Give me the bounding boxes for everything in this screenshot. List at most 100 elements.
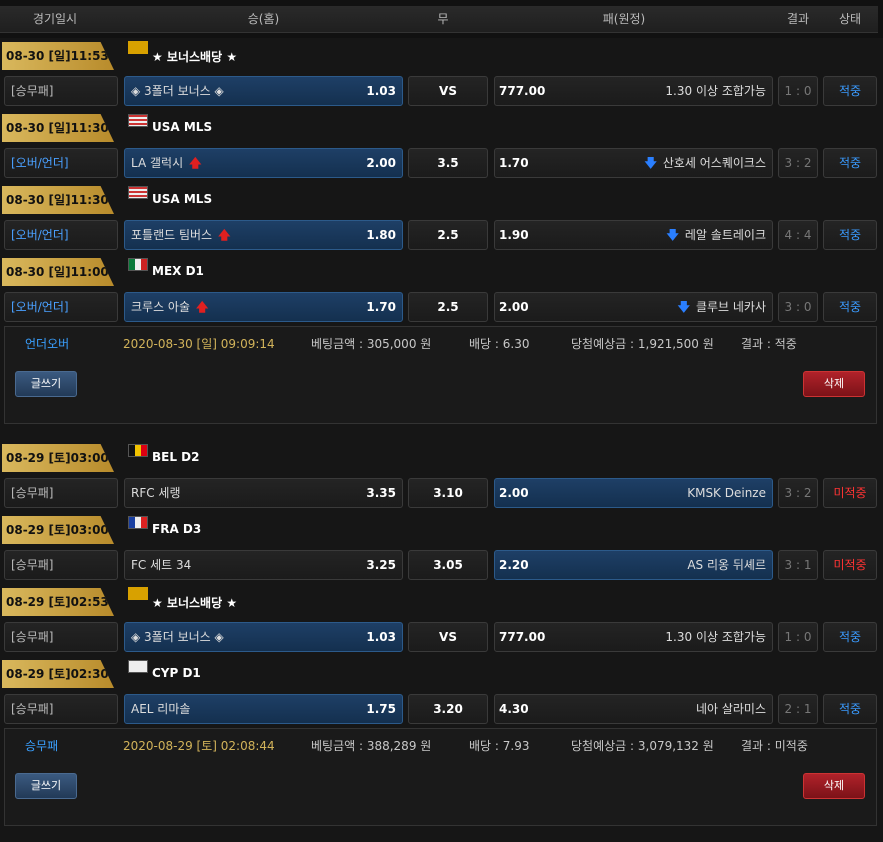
summary-amount: 베팅금액 : 305,000 원 (311, 337, 432, 351)
bet-type: [승무패] (4, 694, 118, 724)
summary-date: 2020-08-30 [일] 09:09:14 (123, 337, 275, 351)
arrow-down-icon: 🡇 (644, 156, 657, 170)
home-team: LA 갤럭시 (131, 156, 184, 170)
match-result: 1 : 0 (778, 622, 818, 652)
away-odds-cell[interactable]: 777.00 1.30 이상 조합가능 (494, 76, 773, 106)
header-result: 결과 (786, 12, 810, 26)
home-odds-cell[interactable]: 크루스 아술 🡅 1.70 (124, 292, 403, 322)
status-badge: 적중 (823, 148, 877, 178)
league-row: 08-29 [토]02:53 ★ 보너스배당 ★ (0, 584, 883, 620)
league-name: CYP D1 (152, 666, 201, 680)
away-odds-cell[interactable]: 4.30 네아 살라미스 (494, 694, 773, 724)
summary-expected: 당첨예상금 : 1,921,500 원 (571, 337, 714, 351)
draw-cell[interactable]: 3.05 (408, 550, 488, 580)
home-odds-cell[interactable]: RFC 세랭 3.35 (124, 478, 403, 508)
write-button[interactable]: 글쓰기 (15, 371, 77, 397)
home-team: ◈ 3폴더 보너스 ◈ (131, 84, 224, 98)
match-result: 4 : 4 (778, 220, 818, 250)
away-team-wrap: KMSK Deinze (687, 479, 766, 507)
league-name: ★ 보너스배당 ★ (152, 596, 238, 610)
match-date: 08-29 [토]02:53 (2, 588, 114, 616)
status-badge: 적중 (823, 622, 877, 652)
match-date: 08-30 [일]11:53 (2, 42, 114, 70)
away-odds-cell[interactable]: 2.00 🡇 클루브 네카사 (494, 292, 773, 322)
away-team-wrap: 🡇 레알 솔트레이크 (667, 221, 766, 249)
away-odds-cell[interactable]: 1.70 🡇 산호세 어스퀘이크스 (494, 148, 773, 178)
table-row: [승무패] ◈ 3폴더 보너스 ◈ 1.03 VS 777.00 1.30 이상 조합가능… (0, 620, 883, 656)
table-row: [오버/언더] LA 갤럭시 🡅 2.00 3.5 1.70 🡇 산호세 어스퀘이크스 3 : … (0, 146, 883, 182)
arrow-down-icon: 🡇 (677, 300, 690, 314)
summary-result: 결과 : 미적중 (741, 739, 808, 753)
delete-button[interactable]: 삭제 (803, 371, 865, 397)
home-odds: 1.80 (366, 228, 396, 242)
match-date: 08-29 [토]03:00 (2, 516, 114, 544)
bet-type: [승무패] (4, 622, 118, 652)
status-badge: 적중 (823, 292, 877, 322)
summary-date: 2020-08-29 [토] 02:08:44 (123, 739, 275, 753)
draw-cell[interactable]: VS (408, 622, 488, 652)
away-odds-cell[interactable]: 2.20 AS 리옹 뒤셰르 (494, 550, 773, 580)
match-result: 3 : 0 (778, 292, 818, 322)
draw-cell[interactable]: 3.5 (408, 148, 488, 178)
draw-cell[interactable]: 2.5 (408, 292, 488, 322)
bet-type: [오버/언더] (4, 292, 118, 322)
fra-flag-icon (128, 516, 148, 529)
draw-cell[interactable]: 2.5 (408, 220, 488, 250)
home-team: ◈ 3폴더 보너스 ◈ (131, 630, 224, 644)
league-row: 08-29 [토]02:30 CYP D1 (0, 656, 883, 692)
table-row: [승무패] RFC 세랭 3.35 3.10 2.00 KMSK Deinze 3 : 2미… (0, 476, 883, 512)
write-button[interactable]: 글쓰기 (15, 773, 77, 799)
match-result: 3 : 1 (778, 550, 818, 580)
summary-result: 결과 : 적중 (741, 337, 797, 351)
arrow-up-icon: 🡅 (189, 156, 202, 170)
away-team-wrap: 1.30 이상 조합가능 (665, 623, 766, 651)
home-odds-cell[interactable]: ◈ 3폴더 보너스 ◈ 1.03 (124, 622, 403, 652)
status-badge: 적중 (823, 694, 877, 724)
away-team: 1.30 이상 조합가능 (665, 84, 766, 98)
away-team: 레알 솔트레이크 (684, 228, 766, 242)
delete-button[interactable]: 삭제 (803, 773, 865, 799)
away-team: 네아 살라미스 (695, 702, 766, 716)
away-odds: 1.70 (499, 156, 529, 170)
summary-odds: 배당 : 6.30 (469, 337, 530, 351)
bet-type: [오버/언더] (4, 148, 118, 178)
league-row: 08-30 [일]11:30 USA MLS (0, 182, 883, 218)
cyp-flag-icon (128, 660, 148, 673)
league-row: 08-29 [토]03:00 FRA D3 (0, 512, 883, 548)
home-odds: 3.25 (366, 558, 396, 572)
draw-cell[interactable]: 3.20 (408, 694, 488, 724)
away-odds-cell[interactable]: 777.00 1.30 이상 조합가능 (494, 622, 773, 652)
match-result: 1 : 0 (778, 76, 818, 106)
home-odds: 1.75 (366, 702, 396, 716)
away-odds-cell[interactable]: 1.90 🡇 레알 솔트레이크 (494, 220, 773, 250)
match-date: 08-30 [일]11:00 (2, 258, 114, 286)
match-result: 3 : 2 (778, 148, 818, 178)
table-row: [오버/언더] 포틀랜드 팀버스 🡅 1.80 2.5 1.90 🡇 레알 솔트레이크 4 : … (0, 218, 883, 254)
home-odds-cell[interactable]: AEL 리마솔 1.75 (124, 694, 403, 724)
league-name: USA MLS (152, 192, 213, 206)
league-row: 08-30 [일]11:53 ★ 보너스배당 ★ (0, 38, 883, 74)
home-odds: 1.03 (366, 84, 396, 98)
draw-cell[interactable]: 3.10 (408, 478, 488, 508)
away-team-wrap: 🡇 클루브 네카사 (678, 293, 766, 321)
header-date: 경기일시 (32, 12, 78, 26)
draw-cell[interactable]: VS (408, 76, 488, 106)
status-badge: 미적중 (823, 550, 877, 580)
home-odds: 1.70 (366, 300, 396, 314)
away-team: AS 리옹 뒤셰르 (687, 558, 766, 572)
arrow-up-icon: 🡅 (196, 300, 209, 314)
home-odds-cell[interactable]: ◈ 3폴더 보너스 ◈ 1.03 (124, 76, 403, 106)
summary-type: 승무패 (25, 739, 59, 753)
home-odds-cell[interactable]: FC 세트 34 3.25 (124, 550, 403, 580)
home-odds-cell[interactable]: 포틀랜드 팀버스 🡅 1.80 (124, 220, 403, 250)
league-name: MEX D1 (152, 264, 204, 278)
home-odds: 2.00 (366, 156, 396, 170)
match-result: 2 : 1 (778, 694, 818, 724)
home-odds-cell[interactable]: LA 갤럭시 🡅 2.00 (124, 148, 403, 178)
away-odds-cell[interactable]: 2.00 KMSK Deinze (494, 478, 773, 508)
bet-type: [승무패] (4, 478, 118, 508)
table-row: [승무패] FC 세트 34 3.25 3.05 2.20 AS 리옹 뒤셰르 3 : 1미… (0, 548, 883, 584)
header-away: 패(원정) (602, 12, 646, 26)
away-team-wrap: 1.30 이상 조합가능 (665, 77, 766, 105)
league-row: 08-29 [토]03:00 BEL D2 (0, 440, 883, 476)
